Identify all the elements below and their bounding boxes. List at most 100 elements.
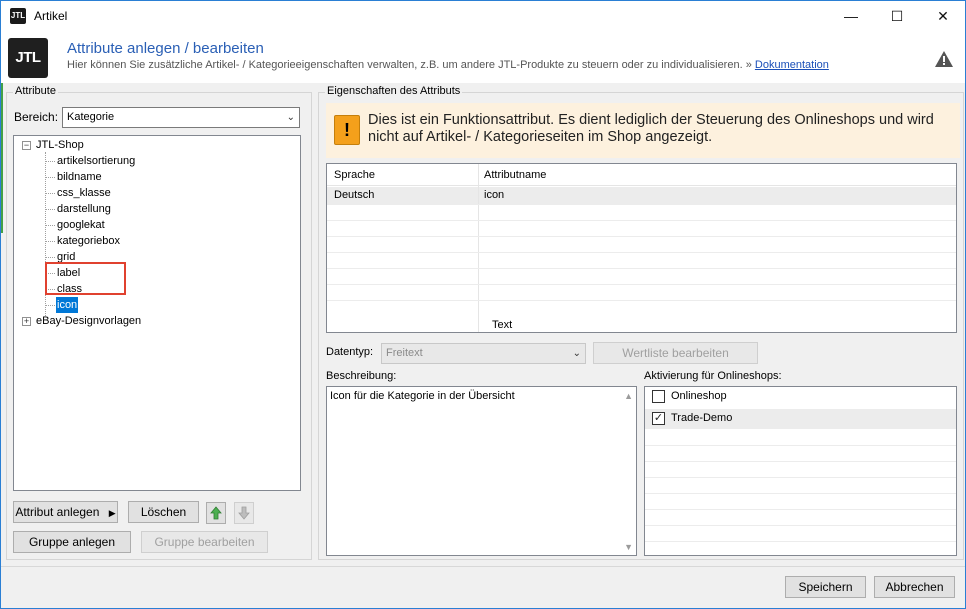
list-line — [645, 525, 956, 526]
table-row[interactable] — [327, 187, 956, 204]
scroll-up-icon[interactable]: ▲ — [624, 391, 633, 401]
focus-indicator — [1, 83, 3, 233]
column-header-attributname[interactable]: Attributname — [477, 164, 956, 186]
attribut-anlegen-label: Attribut anlegen — [15, 505, 100, 519]
shop-label: Trade-Demo — [671, 412, 733, 424]
tree-line — [45, 209, 55, 210]
tree-line — [45, 177, 55, 178]
grid-footer-text: Text — [492, 319, 513, 331]
wertliste-bearbeiten-button[interactable]: Wertliste bearbeiten — [593, 342, 758, 364]
save-button[interactable]: Speichern — [785, 576, 866, 598]
gruppe-bearbeiten-button[interactable]: Gruppe bearbeiten — [141, 531, 268, 553]
annotation-highlight-box — [45, 262, 126, 295]
documentation-link[interactable]: Dokumentation — [755, 59, 829, 71]
tree-node-jtl-shop[interactable]: JTL-Shop — [36, 137, 84, 153]
beschreibung-text: Icon für die Kategorie in der Übersicht — [330, 390, 515, 402]
tree-line — [45, 225, 55, 226]
attribute-tree[interactable]: − JTL-Shop artikelsortierung bildname cs… — [13, 135, 301, 491]
page-title: Attribute anlegen / bearbeiten — [67, 40, 264, 57]
datentyp-label: Datentyp: — [326, 346, 374, 358]
tree-line — [45, 161, 55, 162]
shop-checkbox-trade-demo[interactable]: ✓ — [652, 412, 665, 425]
datentyp-value: Freitext — [386, 347, 423, 359]
tree-node[interactable]: googlekat — [57, 217, 105, 233]
tree-node[interactable]: bildname — [57, 169, 102, 185]
column-header-sprache[interactable]: Sprache — [327, 164, 477, 186]
maximize-icon[interactable]: ☐ — [874, 1, 920, 31]
collapse-icon[interactable]: − — [22, 141, 31, 150]
warning-icon: ! — [334, 115, 360, 145]
grid-line — [327, 252, 956, 253]
title-bar: JTL Artikel — ☐ ✕ — [1, 1, 965, 31]
artikel-window: JTL Artikel — ☐ ✕ JTL Attribute anlegen … — [0, 0, 966, 609]
beschreibung-label: Beschreibung: — [326, 370, 397, 382]
shop-row-trade-demo[interactable]: ✓ Trade-Demo — [645, 409, 956, 429]
app-icon: JTL — [10, 8, 26, 24]
grid-line — [327, 204, 956, 205]
tree-node-selected[interactable]: icon — [56, 297, 79, 313]
onlineshop-checklist[interactable]: Onlineshop ✓ Trade-Demo — [644, 386, 957, 556]
bereich-label: Bereich: — [14, 110, 59, 124]
arrow-up-icon — [210, 506, 222, 520]
move-up-button[interactable] — [206, 502, 226, 524]
grid-line — [327, 236, 956, 237]
jtl-logo: JTL — [8, 38, 48, 78]
tree-line — [45, 241, 55, 242]
gruppe-anlegen-button[interactable]: Gruppe anlegen — [13, 531, 131, 553]
cell-attributname[interactable]: icon — [477, 187, 504, 204]
grid-line — [327, 220, 956, 221]
shop-row-onlineshop[interactable]: Onlineshop — [645, 387, 956, 407]
tree-line — [45, 257, 55, 258]
scroll-down-icon[interactable]: ▼ — [624, 542, 633, 552]
attribute-group-label: Attribute — [13, 85, 58, 97]
expand-icon[interactable]: + — [22, 317, 31, 326]
list-line — [645, 509, 956, 510]
bereich-select[interactable]: Kategorie ⌄ — [62, 107, 300, 128]
link-arrow-icon: » — [745, 59, 752, 71]
grid-divider — [478, 164, 479, 332]
grid-line — [327, 268, 956, 269]
beschreibung-textarea[interactable]: Icon für die Kategorie in der Übersicht … — [326, 386, 637, 556]
list-line — [645, 461, 956, 462]
language-grid[interactable]: Sprache Attributname Deutsch icon Text — [326, 163, 957, 333]
grid-line — [327, 300, 956, 301]
list-line — [645, 477, 956, 478]
list-line — [645, 541, 956, 542]
arrow-down-icon — [238, 506, 250, 520]
page-subtitle: Hier können Sie zusätzliche Artikel- / K… — [67, 59, 829, 71]
tree-node[interactable]: kategoriebox — [57, 233, 120, 249]
bereich-value: Kategorie — [67, 111, 115, 123]
grid-line — [327, 284, 956, 285]
tree-node-ebay[interactable]: eBay-Designvorlagen — [36, 313, 141, 329]
tree-line — [45, 193, 55, 194]
shop-label: Onlineshop — [671, 390, 727, 402]
chevron-down-icon: ⌄ — [286, 112, 295, 123]
shop-checkbox-onlineshop[interactable] — [652, 390, 665, 403]
aktivierung-label: Aktivierung für Onlineshops: — [644, 370, 782, 382]
dropdown-arrow-icon: ▶ — [108, 508, 116, 518]
properties-group-label: Eigenschaften des Attributs — [325, 85, 463, 97]
subtitle-text: Hier können Sie zusätzliche Artikel- / K… — [67, 59, 743, 71]
window-title: Artikel — [34, 9, 68, 23]
cancel-button[interactable]: Abbrechen — [874, 576, 955, 598]
list-line — [645, 445, 956, 446]
tree-node[interactable]: darstellung — [57, 201, 111, 217]
close-icon[interactable]: ✕ — [920, 1, 966, 31]
minimize-icon[interactable]: — — [828, 1, 874, 31]
move-down-button[interactable] — [234, 502, 254, 524]
tree-line — [45, 305, 55, 306]
function-attribute-notice: ! Dies ist ein Funktionsattribut. Es die… — [326, 103, 960, 158]
grid-header: Sprache Attributname — [327, 164, 956, 186]
cell-sprache[interactable]: Deutsch — [327, 187, 374, 204]
tree-node[interactable]: css_klasse — [57, 185, 111, 201]
notice-text: Dies ist ein Funktionsattribut. Es dient… — [368, 112, 934, 145]
chevron-down-icon: ⌄ — [572, 348, 581, 359]
attribut-anlegen-button[interactable]: Attribut anlegen ▶ — [13, 501, 118, 523]
list-line — [645, 493, 956, 494]
dialog-footer: Speichern Abbrechen — [1, 566, 965, 608]
warning-icon[interactable] — [935, 51, 953, 70]
datentyp-select[interactable]: Freitext ⌄ — [381, 343, 586, 364]
header: JTL Attribute anlegen / bearbeiten Hier … — [1, 31, 965, 83]
loeschen-button[interactable]: Löschen — [128, 501, 199, 523]
tree-node[interactable]: artikelsortierung — [57, 153, 135, 169]
